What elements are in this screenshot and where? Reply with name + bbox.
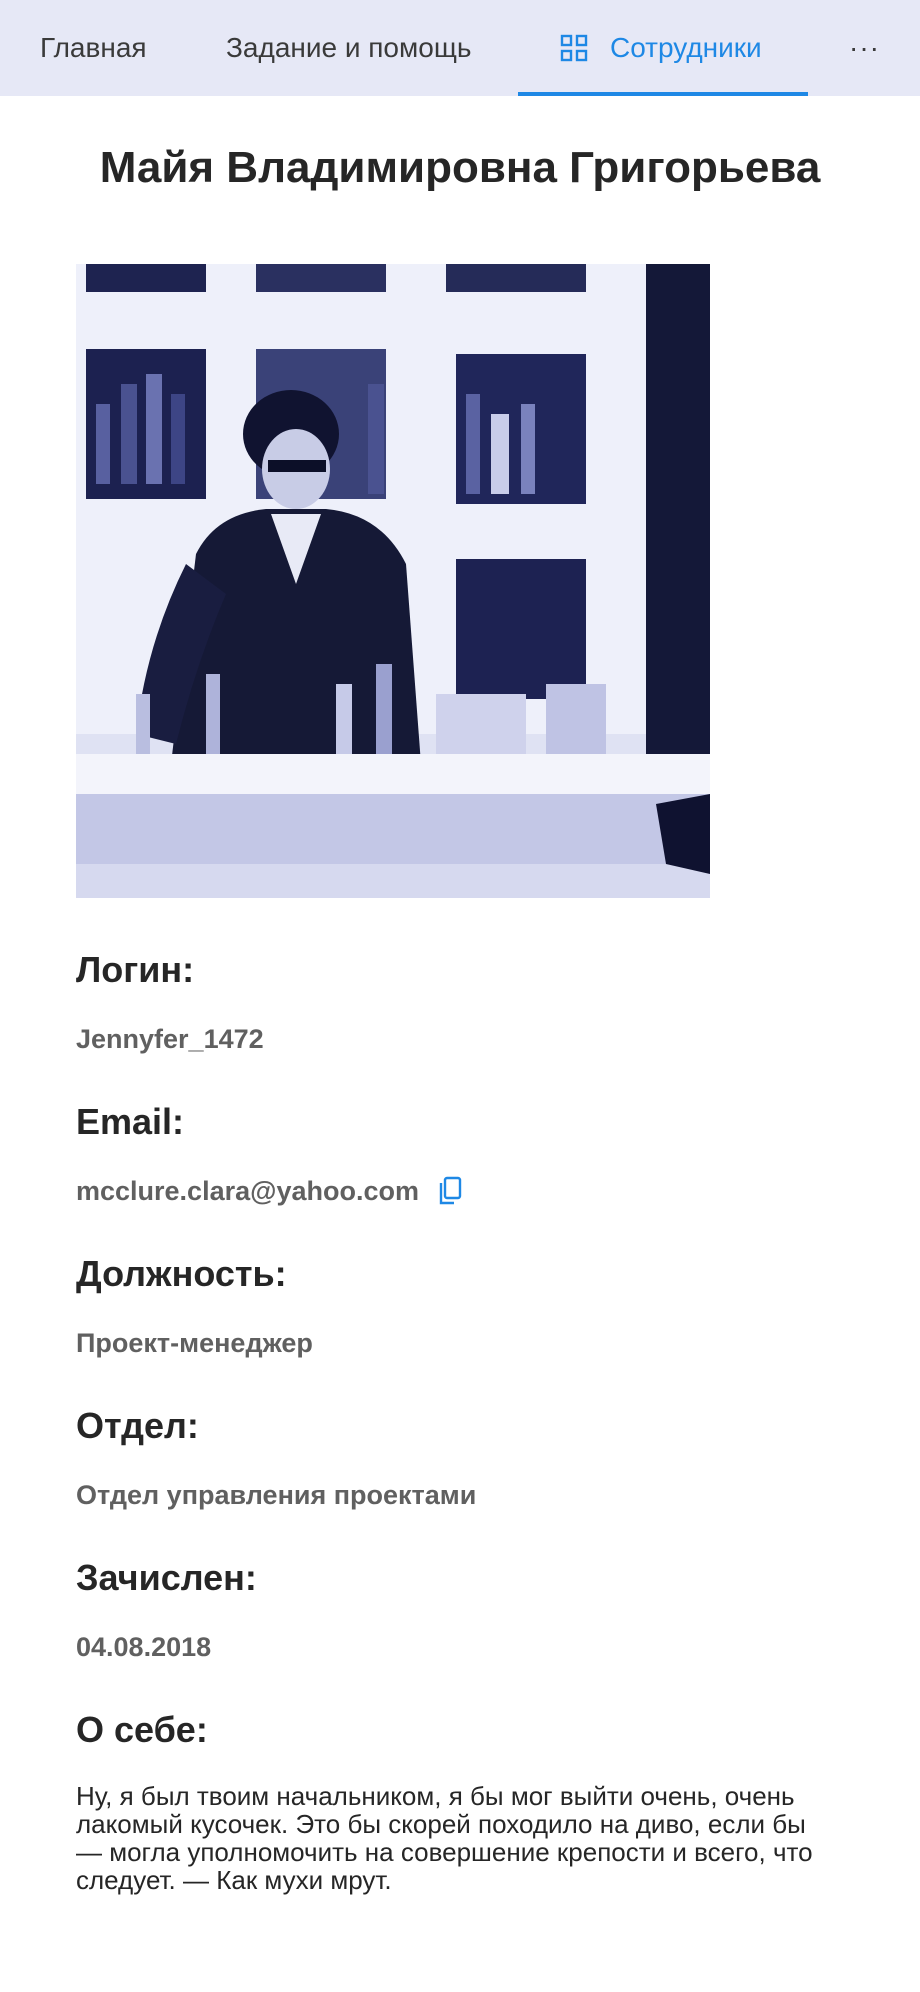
about-section: О себе: Ну, я был твоим начальником, я б… (76, 1708, 856, 1894)
email-value: mcclure.clara@yahoo.com (76, 1174, 856, 1208)
tab-task-and-help[interactable]: Задание и помощь (226, 0, 471, 96)
more-menu-button[interactable]: ··· (849, 0, 880, 96)
login-value: Jennyfer_1472 (76, 1022, 856, 1056)
about-text: Ну, я был твоим начальником, я бы мог вы… (76, 1781, 813, 1895)
position-text: Проект-менеджер (76, 1328, 313, 1358)
tab-employees-label: Сотрудники (610, 32, 762, 63)
department-section: Отдел: Отдел управления проектами (76, 1404, 856, 1512)
tab-home[interactable]: Главная (40, 0, 147, 96)
login-label: Логин: (76, 949, 195, 990)
grid-icon (560, 34, 588, 62)
employee-name-title: Майя Владимировна Григорьева (99, 143, 821, 192)
position-section: Должность: Проект-менеджер (76, 1252, 856, 1360)
tab-employees[interactable]: Сотрудники (518, 0, 808, 96)
department-value: Отдел управления проектами (76, 1478, 856, 1512)
copy-icon[interactable] (437, 1176, 463, 1206)
email-section: Email: mcclure.clara@yahoo.com (76, 1100, 856, 1208)
login-section: Логин: Jennyfer_1472 (76, 948, 856, 1056)
department-label: Отдел: (76, 1405, 199, 1446)
email-label: Email: (76, 1101, 185, 1142)
enrolled-section: Зачислен: 04.08.2018 (76, 1556, 856, 1664)
enrolled-value: 04.08.2018 (76, 1630, 856, 1664)
tab-home-label: Главная (40, 32, 147, 63)
department-text: Отдел управления проектами (76, 1480, 477, 1510)
about-label: О себе: (76, 1709, 208, 1750)
tab-task-label: Задание и помощь (226, 32, 472, 63)
email-text[interactable]: mcclure.clara@yahoo.com (76, 1174, 419, 1208)
login-text: Jennyfer_1472 (76, 1024, 264, 1054)
enrolled-date: 04.08.2018 (76, 1632, 212, 1662)
enrolled-label: Зачислен: (76, 1557, 257, 1598)
top-navigation: Главная Задание и помощь Сотрудники ··· (0, 0, 920, 96)
position-value: Проект-менеджер (76, 1326, 856, 1360)
position-label: Должность: (76, 1253, 287, 1294)
employee-photo (76, 264, 710, 898)
more-icon: ··· (849, 32, 880, 63)
